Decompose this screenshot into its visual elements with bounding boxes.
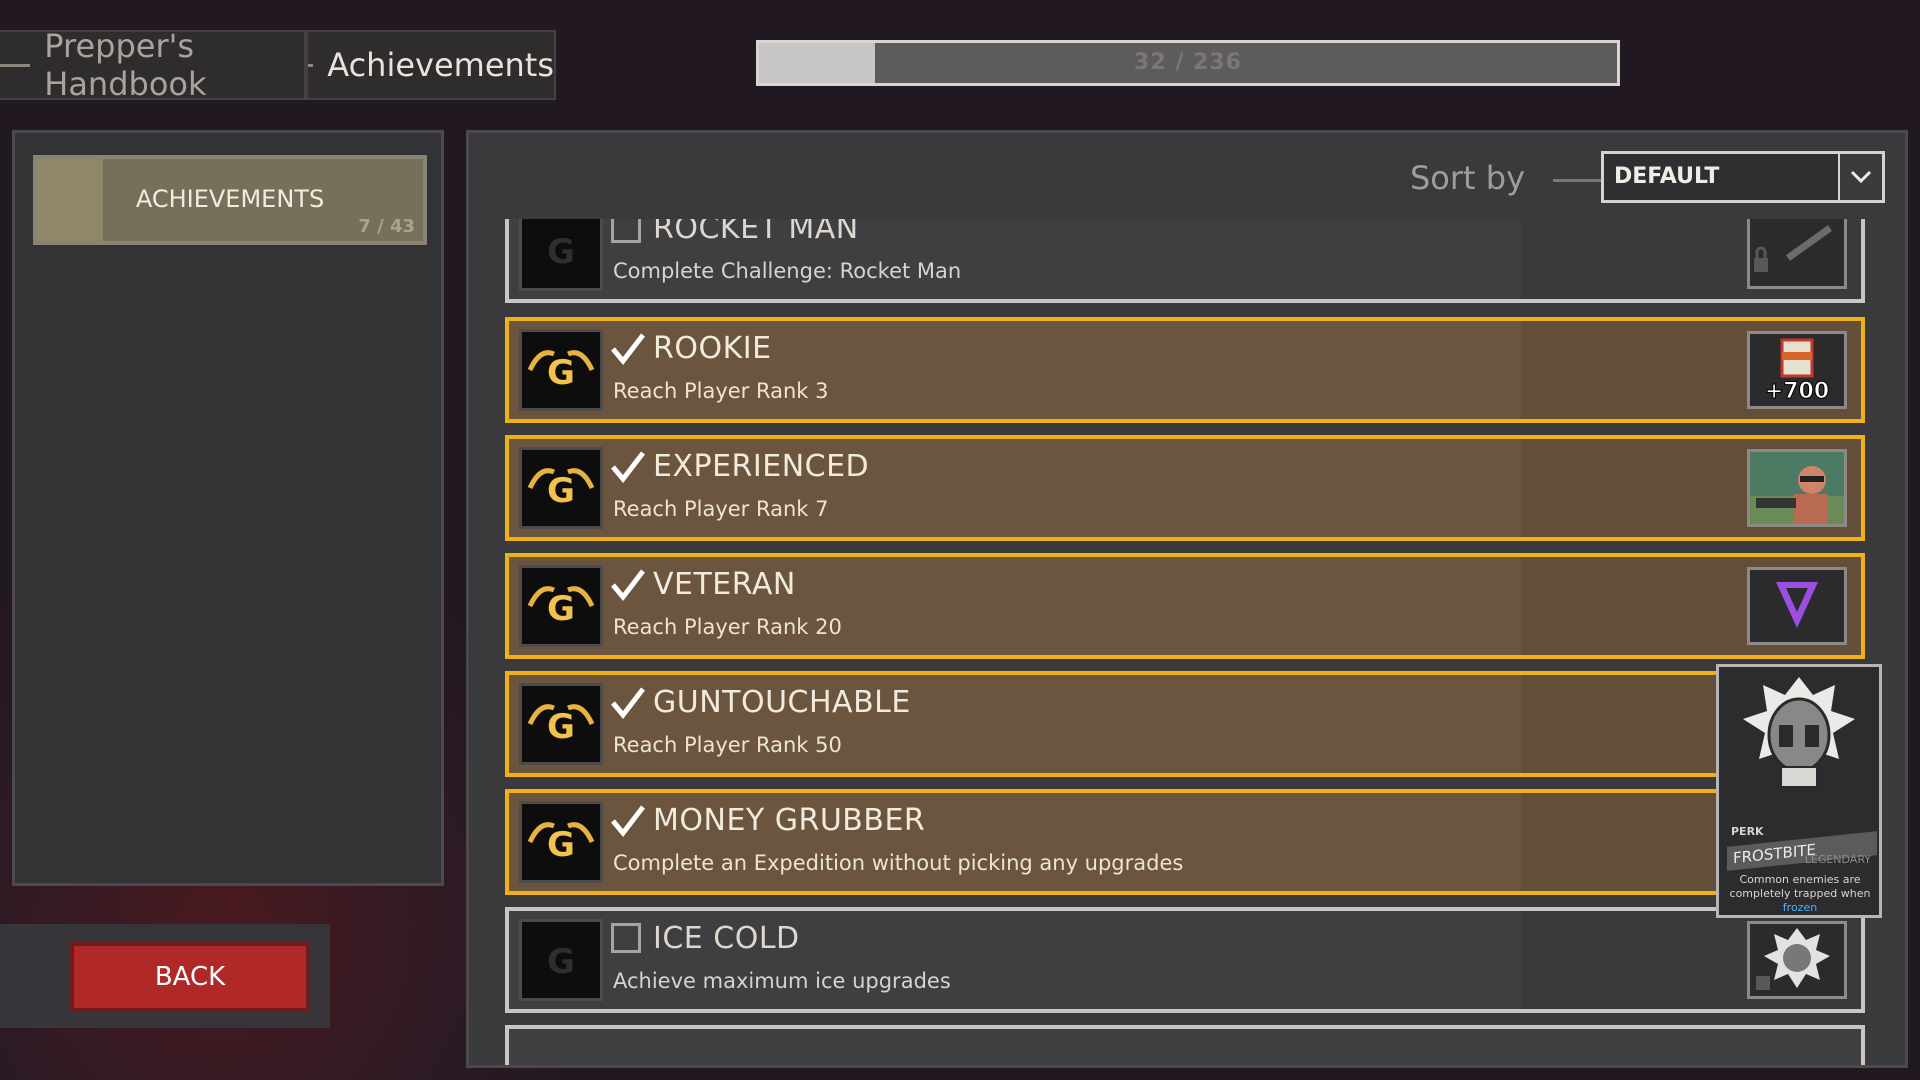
tab-label: Prepper's Handbook bbox=[44, 27, 207, 103]
achievement-row[interactable]: G GUNTOUCHABLE Reach Player Rank 50 bbox=[505, 671, 1865, 777]
category-count: 7 / 43 bbox=[358, 216, 415, 237]
frost-skull-icon bbox=[1756, 928, 1830, 990]
perk-description-text: Common enemies are completely trapped wh… bbox=[1729, 873, 1871, 900]
reward-slot[interactable] bbox=[1747, 567, 1847, 645]
achievement-row[interactable]: G EXPERIENCED Reach Player Rank 7 bbox=[505, 435, 1865, 541]
perk-tier-label: PERK bbox=[1731, 825, 1764, 838]
achievement-row[interactable]: G ICE COLD Achieve maximum ice upgrades bbox=[505, 907, 1865, 1013]
perk-rarity: LEGENDARY bbox=[1804, 853, 1871, 866]
svg-text:G: G bbox=[547, 589, 575, 629]
checkmark-icon bbox=[611, 687, 645, 719]
perk-description: Common enemies are completely trapped wh… bbox=[1727, 873, 1873, 915]
achievement-description: Achieve maximum ice upgrades bbox=[613, 969, 951, 993]
achievement-title: EXPERIENCED bbox=[653, 449, 870, 484]
achievement-progress-bar: 32 / 236 bbox=[756, 40, 1620, 86]
achievement-badge-icon: G bbox=[519, 329, 603, 411]
achievement-badge-icon: G bbox=[519, 219, 603, 291]
achievement-checkbox bbox=[611, 923, 641, 953]
svg-text:G: G bbox=[547, 825, 575, 865]
checkmark-icon bbox=[611, 451, 645, 483]
character-portrait-icon bbox=[1750, 452, 1844, 524]
sort-label: Sort by bbox=[1409, 159, 1525, 197]
achievement-badge-icon: G bbox=[519, 565, 603, 647]
back-button[interactable]: BACK bbox=[70, 942, 310, 1012]
achievement-list-panel: Sort by DEFAULT G ROCKET MAN Complete Ch… bbox=[466, 130, 1908, 1068]
reward-tooltip-card: PERK FROSTBITE LEGENDARY Common enemies … bbox=[1716, 664, 1882, 918]
achievement-description: Reach Player Rank 3 bbox=[613, 379, 829, 403]
achievement-description: Complete Challenge: Rocket Man bbox=[613, 259, 962, 283]
achievement-title: MONEY GRUBBER bbox=[653, 803, 926, 838]
achievement-checkbox bbox=[611, 219, 641, 243]
checkmark-icon bbox=[611, 333, 645, 365]
achievement-description: Complete an Expedition without picking a… bbox=[613, 851, 1184, 875]
tab-label: Achievements bbox=[327, 46, 554, 84]
achievement-row[interactable]: G VETERAN Reach Player Rank 20 bbox=[505, 553, 1865, 659]
achievement-title: GUNTOUCHABLE bbox=[653, 685, 911, 720]
category-label: ACHIEVEMENTS bbox=[135, 185, 325, 213]
category-achievements-button[interactable]: ACHIEVEMENTS 7 / 43 bbox=[33, 155, 427, 245]
achievement-title: ROCKET MAN bbox=[653, 219, 859, 246]
reward-slot[interactable] bbox=[1747, 921, 1847, 999]
progress-text: 32 / 236 bbox=[1134, 50, 1242, 75]
chevron-down-icon bbox=[1838, 154, 1882, 200]
achievement-row[interactable] bbox=[505, 1025, 1865, 1065]
svg-text:G: G bbox=[547, 942, 575, 982]
checkmark-icon bbox=[611, 569, 645, 601]
achievement-badge-icon: G bbox=[519, 447, 603, 529]
currency-can-icon: +700 bbox=[1764, 338, 1830, 405]
rocket-launcher-icon bbox=[1754, 225, 1833, 272]
achievement-list[interactable]: G ROCKET MAN Complete Challenge: Rocket … bbox=[505, 219, 1865, 1065]
achievement-row[interactable]: G MONEY GRUBBER Complete an Expedition w… bbox=[505, 789, 1865, 895]
achievement-row[interactable]: G ROCKET MAN Complete Challenge: Rocket … bbox=[505, 219, 1865, 303]
tab-divider bbox=[308, 63, 314, 67]
sort-divider bbox=[1553, 179, 1603, 182]
achievement-row[interactable]: G ROOKIE Reach Player Rank 3 +700 bbox=[505, 317, 1865, 423]
svg-text:G: G bbox=[547, 707, 575, 747]
svg-text:G: G bbox=[547, 471, 575, 511]
achievement-title: VETERAN bbox=[653, 567, 796, 602]
reward-slot[interactable] bbox=[1747, 449, 1847, 527]
sort-value: DEFAULT bbox=[1614, 164, 1720, 189]
achievement-description: Reach Player Rank 50 bbox=[613, 733, 842, 757]
category-panel: ACHIEVEMENTS 7 / 43 bbox=[12, 130, 444, 886]
achievement-description: Reach Player Rank 20 bbox=[613, 615, 842, 639]
tab-preppers-handbook[interactable]: Prepper's Handbook bbox=[0, 27, 306, 103]
achievement-badge-icon: G bbox=[519, 801, 603, 883]
achievement-badge-icon: G bbox=[519, 683, 603, 765]
rank-chevron-icon bbox=[1776, 582, 1818, 628]
svg-text:G: G bbox=[547, 232, 575, 272]
tab-achievements[interactable]: Achievements bbox=[306, 30, 556, 100]
achievement-title: ROOKIE bbox=[653, 331, 772, 366]
reward-slot[interactable]: +700 bbox=[1747, 331, 1847, 409]
tab-divider bbox=[0, 63, 31, 67]
svg-text:G: G bbox=[547, 353, 575, 393]
checkmark-icon bbox=[611, 805, 645, 837]
frost-skull-icon bbox=[1743, 677, 1855, 788]
achievement-description: Reach Player Rank 7 bbox=[613, 497, 829, 521]
sort-dropdown[interactable]: DEFAULT bbox=[1601, 151, 1885, 203]
reward-slot[interactable] bbox=[1747, 219, 1847, 289]
achievement-badge-icon: G bbox=[519, 919, 603, 1001]
achievement-title: ICE COLD bbox=[653, 921, 800, 956]
perk-keyword: frozen bbox=[1782, 901, 1818, 914]
reward-amount: +700 bbox=[1765, 379, 1829, 404]
